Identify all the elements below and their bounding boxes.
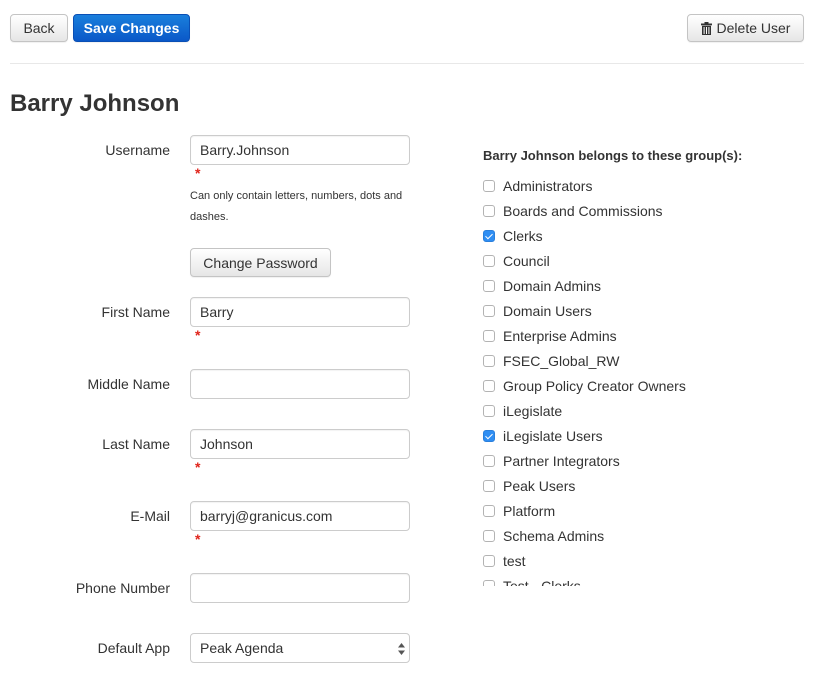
- group-item[interactable]: FSEC_Global_RW: [483, 348, 783, 373]
- group-label: iLegislate Users: [503, 427, 603, 444]
- group-label: Domain Users: [503, 302, 592, 319]
- first-name-required-marker: *: [195, 327, 201, 343]
- group-label: Administrators: [503, 177, 593, 194]
- group-checkbox[interactable]: [483, 554, 495, 567]
- group-checkbox[interactable]: [483, 279, 495, 292]
- delete-user-button[interactable]: Delete User: [687, 14, 804, 42]
- group-item[interactable]: Council: [483, 248, 783, 273]
- last-name-required-marker: *: [195, 459, 201, 475]
- group-item[interactable]: Boards and Commissions: [483, 198, 783, 223]
- group-checkbox[interactable]: [483, 254, 495, 267]
- select-updown-icon: [398, 642, 405, 655]
- group-checkbox[interactable]: [483, 329, 495, 342]
- default-app-selected-value: Peak Agenda: [200, 640, 284, 656]
- first-name-input[interactable]: [190, 297, 410, 327]
- group-label: Clerks: [503, 227, 543, 244]
- group-item[interactable]: Peak Users: [483, 473, 783, 498]
- phone-input[interactable]: [190, 573, 410, 603]
- group-item[interactable]: Enterprise Admins: [483, 323, 783, 348]
- save-changes-button[interactable]: Save Changes: [73, 14, 190, 42]
- group-item[interactable]: Administrators: [483, 173, 783, 198]
- group-item[interactable]: Domain Users: [483, 298, 783, 323]
- group-checkbox[interactable]: [483, 204, 495, 217]
- email-required-marker: *: [195, 531, 201, 547]
- group-checkbox[interactable]: [483, 454, 495, 467]
- change-password-label: Change Password: [203, 254, 318, 271]
- trash-icon: [700, 21, 712, 35]
- group-label: Schema Admins: [503, 527, 605, 544]
- group-item[interactable]: Group Policy Creator Owners: [483, 373, 783, 398]
- delete-user-label: Delete User: [716, 20, 791, 36]
- back-button-label: Back: [23, 20, 55, 36]
- group-label: Peak Users: [503, 477, 576, 494]
- group-label: FSEC_Global_RW: [503, 352, 620, 369]
- group-item[interactable]: Test - Clerks: [483, 573, 783, 586]
- group-label: Council: [503, 252, 550, 269]
- group-item[interactable]: Schema Admins: [483, 523, 783, 548]
- username-required-marker: *: [195, 165, 201, 181]
- group-checkbox[interactable]: [483, 504, 495, 517]
- last-name-input[interactable]: [190, 429, 410, 459]
- group-label: Partner Integrators: [503, 452, 620, 469]
- group-item[interactable]: iLegislate: [483, 398, 783, 423]
- group-checkbox[interactable]: [483, 479, 495, 492]
- group-checkbox[interactable]: [483, 304, 495, 317]
- group-checkbox[interactable]: [483, 379, 495, 392]
- group-checkbox[interactable]: [483, 404, 495, 417]
- last-name-label: Last Name: [102, 436, 170, 452]
- group-checkbox[interactable]: [483, 579, 495, 586]
- group-checkbox[interactable]: [483, 354, 495, 367]
- group-label: Test - Clerks: [503, 577, 581, 587]
- header-divider: [10, 63, 804, 64]
- username-help-text: Can only contain letters, numbers, dots …: [190, 190, 403, 223]
- email-label: E-Mail: [130, 508, 170, 524]
- email-input[interactable]: [190, 501, 410, 531]
- groups-list: Administrators Boards and Commissions Cler…: [483, 173, 783, 586]
- middle-name-input[interactable]: [190, 369, 410, 399]
- middle-name-label: Middle Name: [87, 376, 170, 392]
- page-title: Barry Johnson: [10, 90, 180, 117]
- group-label: Group Policy Creator Owners: [503, 377, 686, 394]
- group-item[interactable]: Platform: [483, 498, 783, 523]
- group-label: Domain Admins: [503, 277, 602, 294]
- group-label: Enterprise Admins: [503, 327, 617, 344]
- groups-title: Barry Johnson belongs to these group(s):: [483, 148, 743, 163]
- group-item[interactable]: test: [483, 548, 783, 573]
- group-label: test: [503, 552, 526, 569]
- change-password-button[interactable]: Change Password: [190, 248, 331, 277]
- group-checkbox[interactable]: [483, 429, 495, 442]
- default-app-label: Default App: [97, 640, 170, 656]
- group-item[interactable]: iLegislate Users: [483, 423, 783, 448]
- group-item[interactable]: Clerks: [483, 223, 783, 248]
- group-item[interactable]: Domain Admins: [483, 273, 783, 298]
- username-input[interactable]: [190, 135, 410, 165]
- username-label: Username: [105, 142, 170, 158]
- group-checkbox[interactable]: [483, 179, 495, 192]
- group-item[interactable]: Partner Integrators: [483, 448, 783, 473]
- group-checkbox[interactable]: [483, 529, 495, 542]
- group-label: Boards and Commissions: [503, 202, 663, 219]
- group-label: iLegislate: [503, 402, 563, 419]
- first-name-label: First Name: [101, 304, 170, 320]
- default-app-select[interactable]: Peak Agenda: [190, 633, 410, 663]
- save-changes-label: Save Changes: [83, 20, 180, 36]
- group-label: Platform: [503, 502, 556, 519]
- group-checkbox[interactable]: [483, 229, 495, 242]
- phone-label: Phone Number: [75, 580, 170, 596]
- back-button[interactable]: Back: [10, 14, 68, 42]
